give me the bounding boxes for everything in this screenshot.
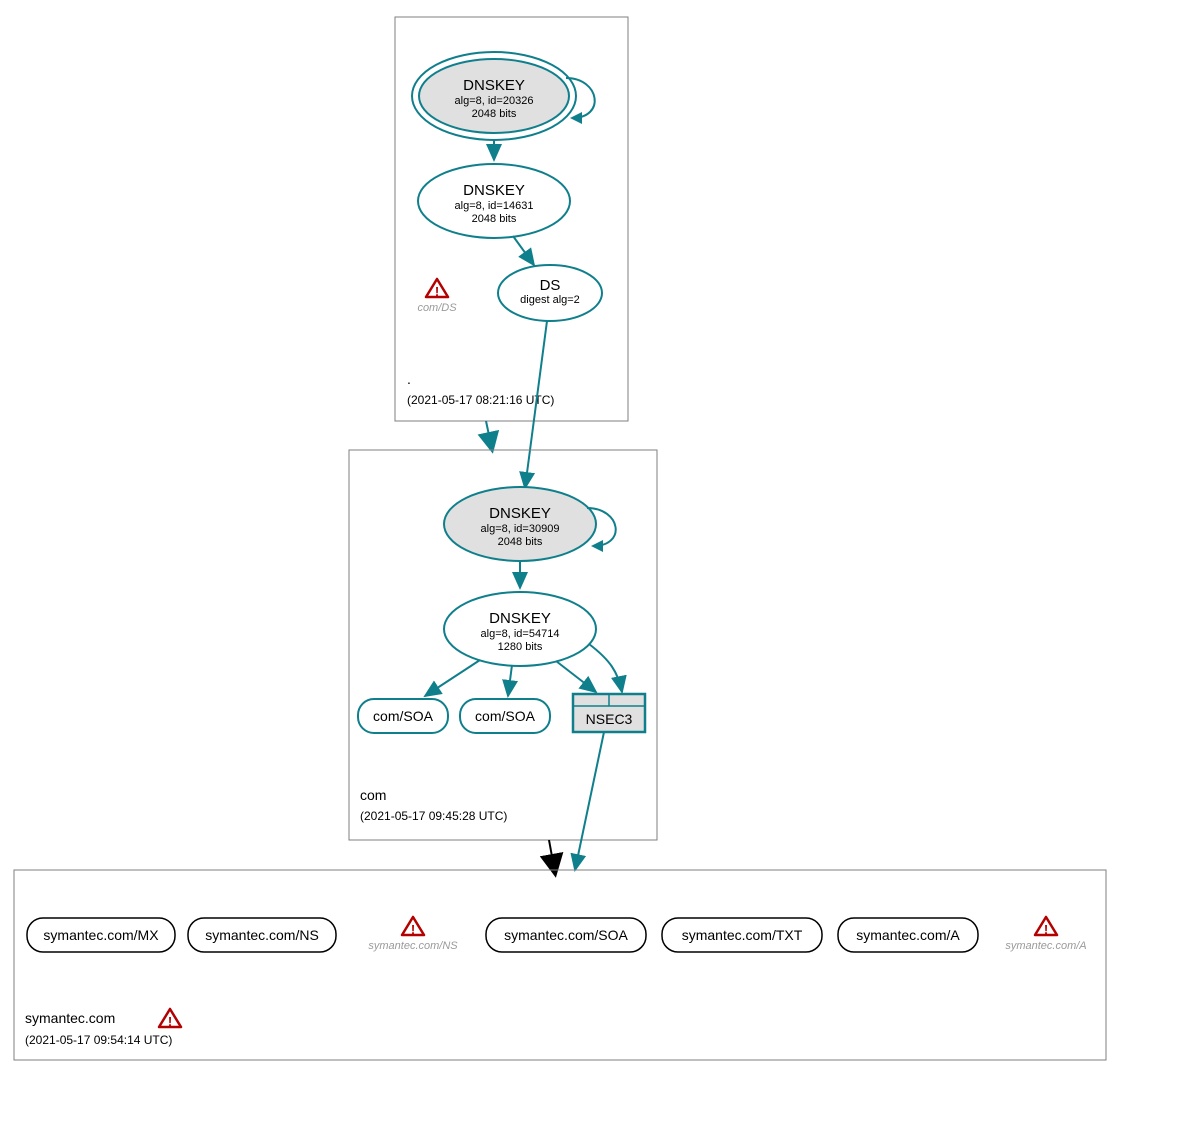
svg-text:alg=8, id=54714: alg=8, id=54714 [481, 628, 560, 640]
svg-text:DNSKEY: DNSKEY [489, 505, 551, 522]
dnssec-diagram: DNSKEY alg=8, id=20326 2048 bits DNSKEY … [0, 0, 1183, 1132]
warning-sym-ns: ! symantec.com/NS [368, 917, 458, 952]
svg-text:NSEC3: NSEC3 [586, 711, 633, 727]
svg-text:(2021-05-17 08:21:16 UTC): (2021-05-17 08:21:16 UTC) [407, 393, 554, 407]
svg-text:alg=8, id=30909: alg=8, id=30909 [481, 523, 560, 535]
leaf-soa: symantec.com/SOA [486, 918, 646, 952]
zone-com: DNSKEY alg=8, id=30909 2048 bits DNSKEY … [349, 450, 657, 840]
svg-text:symantec.com/TXT: symantec.com/TXT [682, 927, 803, 943]
svg-text:com/DS: com/DS [417, 302, 457, 314]
svg-text:symantec.com/MX: symantec.com/MX [43, 927, 159, 943]
svg-text:com/SOA: com/SOA [373, 708, 434, 724]
svg-text:digest alg=2: digest alg=2 [520, 294, 580, 306]
node-root-ksk: DNSKEY alg=8, id=20326 2048 bits [412, 52, 576, 140]
svg-text:alg=8, id=14631: alg=8, id=14631 [455, 200, 534, 212]
node-com-ksk: DNSKEY alg=8, id=30909 2048 bits [444, 487, 596, 561]
svg-text:!: ! [411, 922, 415, 937]
svg-text:alg=8, id=20326: alg=8, id=20326 [455, 95, 534, 107]
svg-text:symantec.com: symantec.com [25, 1010, 115, 1026]
svg-text:!: ! [168, 1014, 172, 1029]
warning-com-ds: ! com/DS [417, 279, 457, 314]
zone-symantec: symantec.com/MX symantec.com/NS ! symant… [14, 870, 1106, 1060]
svg-text:com/SOA: com/SOA [475, 708, 536, 724]
svg-text:symantec.com/SOA: symantec.com/SOA [504, 927, 628, 943]
node-com-soa-1: com/SOA [358, 699, 448, 733]
node-nsec3: NSEC3 [573, 694, 645, 732]
svg-text:2048 bits: 2048 bits [498, 536, 543, 548]
svg-text:.: . [407, 371, 411, 387]
svg-text:com: com [360, 787, 386, 803]
leaf-txt: symantec.com/TXT [662, 918, 822, 952]
leaf-a: symantec.com/A [838, 918, 978, 952]
svg-text:symantec.com/NS: symantec.com/NS [205, 927, 319, 943]
svg-text:DNSKEY: DNSKEY [463, 77, 525, 94]
node-root-ds: DS digest alg=2 [498, 265, 602, 321]
svg-text:DS: DS [540, 277, 561, 294]
svg-text:!: ! [1044, 922, 1048, 937]
svg-text:DNSKEY: DNSKEY [463, 182, 525, 199]
edge-root-to-com [486, 421, 490, 440]
svg-text:symantec.com/A: symantec.com/A [856, 927, 960, 943]
node-com-soa-2: com/SOA [460, 699, 550, 733]
warning-sym-a: ! symantec.com/A [1005, 917, 1086, 952]
leaf-mx: symantec.com/MX [27, 918, 175, 952]
svg-text:symantec.com/NS: symantec.com/NS [368, 940, 458, 952]
zone-root: DNSKEY alg=8, id=20326 2048 bits DNSKEY … [395, 17, 628, 421]
svg-text:symantec.com/A: symantec.com/A [1005, 940, 1086, 952]
svg-text:DNSKEY: DNSKEY [489, 610, 551, 627]
svg-text:1280 bits: 1280 bits [498, 641, 543, 653]
node-com-zsk: DNSKEY alg=8, id=54714 1280 bits [444, 592, 596, 666]
svg-text:2048 bits: 2048 bits [472, 108, 517, 120]
warning-zone-symantec: ! [159, 1009, 181, 1029]
node-root-zsk: DNSKEY alg=8, id=14631 2048 bits [418, 164, 570, 238]
svg-text:(2021-05-17 09:54:14 UTC): (2021-05-17 09:54:14 UTC) [25, 1033, 172, 1047]
edge-nsec3-to-symantec [575, 732, 604, 870]
leaf-ns: symantec.com/NS [188, 918, 336, 952]
svg-text:!: ! [435, 284, 439, 299]
edge-com-to-symantec [549, 840, 553, 862]
svg-text:2048 bits: 2048 bits [472, 213, 517, 225]
svg-text:(2021-05-17 09:45:28 UTC): (2021-05-17 09:45:28 UTC) [360, 809, 507, 823]
